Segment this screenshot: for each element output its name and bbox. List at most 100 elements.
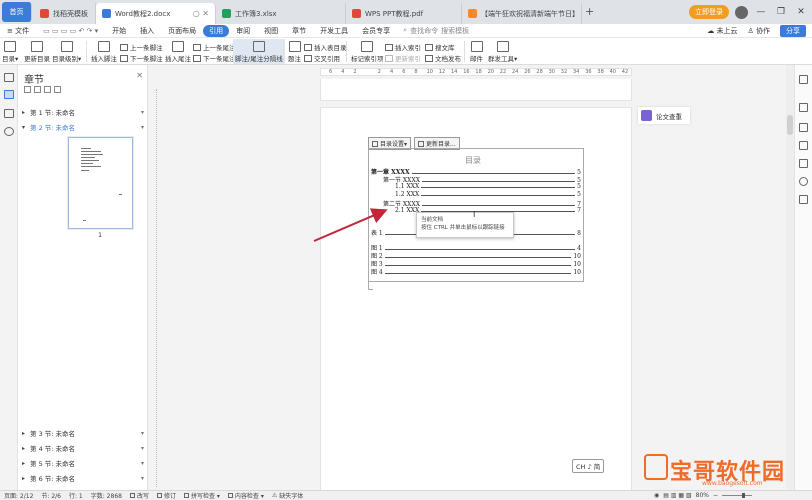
mark-index-button[interactable]: 标记索引项 xyxy=(351,41,384,63)
footnote-separator-button[interactable]: 脚注/尾注分隔线 xyxy=(233,39,285,64)
insert-endnote-button[interactable]: 插入尾注 xyxy=(165,41,191,63)
close-icon[interactable]: ✕ xyxy=(136,71,143,80)
tab-close-icon[interactable]: ○ ✕ xyxy=(189,9,209,18)
prev-endnote-button[interactable]: 上一条尾注 xyxy=(193,42,236,52)
add-section-icon[interactable] xyxy=(44,86,51,93)
mail-button[interactable]: 邮件 xyxy=(470,41,483,63)
page-thumbnail[interactable] xyxy=(68,137,133,229)
zoom-slider[interactable] xyxy=(722,493,752,498)
location-icon[interactable] xyxy=(799,177,808,186)
collab-button[interactable]: ♙ 协作 xyxy=(747,26,770,36)
nav-pane-icon[interactable] xyxy=(4,73,14,82)
zoom-value[interactable]: 80% xyxy=(696,492,709,499)
essay-check-button[interactable]: 论文查重 xyxy=(638,107,690,124)
chevron-down-icon[interactable]: ▾ xyxy=(141,124,144,131)
search-library-button[interactable]: 搜文库 xyxy=(425,42,455,52)
menu-developer[interactable]: 开发工具 xyxy=(313,26,355,36)
status-track[interactable]: 修订 xyxy=(153,491,180,500)
login-button[interactable]: 立即登录 xyxy=(689,5,729,19)
minimize-button[interactable]: — xyxy=(754,7,768,17)
menu-chapter[interactable]: 章节 xyxy=(285,26,313,36)
adjust-icon[interactable] xyxy=(799,141,808,150)
chevron-down-icon[interactable]: ▾ xyxy=(141,475,144,482)
maximize-button[interactable]: ❐ xyxy=(774,7,788,17)
bookmark-icon[interactable] xyxy=(4,109,14,118)
chapter-panel: 章节 ✕ ▸ 第 1 节: 未命名 ▾ ▾ 第 2 节: 未命名 ▾ 1 ▸ 第 3 节:… xyxy=(18,65,148,490)
vertical-scrollbar[interactable] xyxy=(786,65,794,490)
next-footnote-button[interactable]: 下一条脚注 xyxy=(120,53,163,63)
right-tool-strip xyxy=(794,65,812,490)
next-endnote-button[interactable]: 下一条尾注 xyxy=(193,53,236,63)
caret-down-icon: ▾ xyxy=(22,123,26,131)
caption-button[interactable]: 题注 xyxy=(288,41,301,63)
menu-page-layout[interactable]: 页面布局 xyxy=(161,26,203,36)
section-item[interactable]: ▸ 第 5 节: 未命名 ▾ xyxy=(22,458,144,469)
section-item[interactable]: ▸ 第 6 节: 未命名 ▾ xyxy=(22,473,144,484)
doc-publish-button[interactable]: 文档发布 xyxy=(425,53,461,63)
menu-review[interactable]: 审阅 xyxy=(229,26,257,36)
menu-references[interactable]: 引用 xyxy=(203,24,230,37)
close-window-button[interactable]: ✕ xyxy=(794,7,808,17)
update-index-button[interactable]: 更新索引 xyxy=(385,53,421,63)
section-item-selected[interactable]: ▾ 第 2 节: 未命名 ▾ xyxy=(22,122,144,133)
ime-indicator[interactable]: CH ♪ 简 xyxy=(572,459,605,473)
tab-home[interactable]: 首页 xyxy=(2,2,32,22)
delete-section-icon[interactable] xyxy=(54,86,61,93)
status-content-check[interactable]: 内容检查 ▾ xyxy=(224,491,268,500)
share-icon[interactable] xyxy=(799,195,808,204)
toc-level-button[interactable]: 目录级别▾ xyxy=(52,41,81,63)
menu-member[interactable]: 会员专享 xyxy=(355,26,397,36)
section-item[interactable]: ▸ 第 3 节: 未命名 ▾ xyxy=(22,428,144,439)
tab-label: 【端午狂欢祝福清新端午节日】 xyxy=(481,9,579,18)
zoom-control[interactable]: ◉ ▤ ▥ ▦ ▧ 80% − xyxy=(654,492,812,499)
tab-workbook[interactable]: 工作簿3.xlsx xyxy=(216,3,346,24)
document-area[interactable]: 6 4 2 2 4 6 8 10 12 14 16 18 20 22 24 26 28 30 32 34 36 38 40 4… xyxy=(148,65,636,492)
cloud-status[interactable]: ☁ 未上云 xyxy=(707,26,737,36)
ribbon-references: 目录▾ 更新目录 目录级别▾ 插入脚注 上一条脚注 下一条脚注 插入尾注 上一条… xyxy=(0,38,812,65)
image-icon[interactable] xyxy=(799,159,808,168)
insert-index-button[interactable]: 插入索引 xyxy=(385,42,421,52)
share-button[interactable]: 分享 xyxy=(780,24,806,37)
zoom-out-icon[interactable]: − xyxy=(713,492,718,499)
insert-footnote-button[interactable]: 插入脚注 xyxy=(91,41,117,63)
section-item[interactable]: ▸ 第 4 节: 未命名 ▾ xyxy=(22,443,144,454)
prev-footnote-button[interactable]: 上一条脚注 xyxy=(120,42,163,52)
mass-tool-button[interactable]: 群发工具▾ xyxy=(488,41,517,63)
avatar[interactable] xyxy=(735,5,748,19)
search-pane-icon[interactable] xyxy=(4,127,14,136)
chapter-pane-icon[interactable] xyxy=(4,90,14,99)
menu-file[interactable]: ≡ 文件 xyxy=(0,26,36,36)
update-toc-button[interactable]: 更新目录 xyxy=(24,41,50,63)
eye-icon[interactable]: ◉ xyxy=(654,492,659,499)
menu-view[interactable]: 视图 xyxy=(257,26,285,36)
section-item[interactable]: ▸ 第 1 节: 未命名 ▾ xyxy=(22,107,144,118)
cross-ref-button[interactable]: 交叉引用 xyxy=(304,53,340,63)
tab-template[interactable]: 找稻壳模板 xyxy=(34,3,96,24)
view-mode-icons[interactable]: ▤ ▥ ▦ ▧ xyxy=(663,492,691,499)
edit-icon[interactable] xyxy=(799,123,808,132)
chevron-down-icon[interactable]: ▾ xyxy=(141,460,144,467)
insert-table-toc-button[interactable]: 插入表目录 xyxy=(304,42,347,52)
chevron-down-icon[interactable]: ▾ xyxy=(141,430,144,437)
status-missing-font[interactable]: ⚠ 缺失字体 xyxy=(268,491,307,500)
status-revise[interactable]: 改写 xyxy=(126,491,153,500)
toc-button[interactable]: 目录▾ xyxy=(2,41,18,63)
pen-icon[interactable] xyxy=(799,103,808,112)
command-search[interactable]: ⌕ 查找命令 搜索模板 xyxy=(403,26,469,36)
new-tab-button[interactable]: + xyxy=(585,5,594,18)
expand-all-icon[interactable] xyxy=(24,86,31,93)
status-page[interactable]: 页面: 2/12 xyxy=(0,491,37,500)
tab-ppt[interactable]: 【端午狂欢祝福清新端午节日】 xyxy=(462,3,582,24)
tab-pdf[interactable]: WPS PPT教程.pdf xyxy=(346,3,462,24)
status-words[interactable]: 字数: 2868 xyxy=(87,491,126,500)
menu-home[interactable]: 开始 xyxy=(105,26,133,36)
tab-word-doc[interactable]: Word教程2.docx ○ ✕ xyxy=(96,3,216,24)
scrollbar-thumb[interactable] xyxy=(787,115,793,135)
chevron-down-icon[interactable]: ▾ xyxy=(141,109,144,116)
menu-insert[interactable]: 插入 xyxy=(133,26,161,36)
expand-icon[interactable] xyxy=(799,75,808,84)
chevron-down-icon[interactable]: ▾ xyxy=(141,445,144,452)
status-spell-check[interactable]: 拼写检查 ▾ xyxy=(180,491,224,500)
collapse-all-icon[interactable] xyxy=(34,86,41,93)
quick-access-icons[interactable]: ▭ ▭ ▭ ▭ ↶ ↷ ▾ xyxy=(36,27,105,35)
